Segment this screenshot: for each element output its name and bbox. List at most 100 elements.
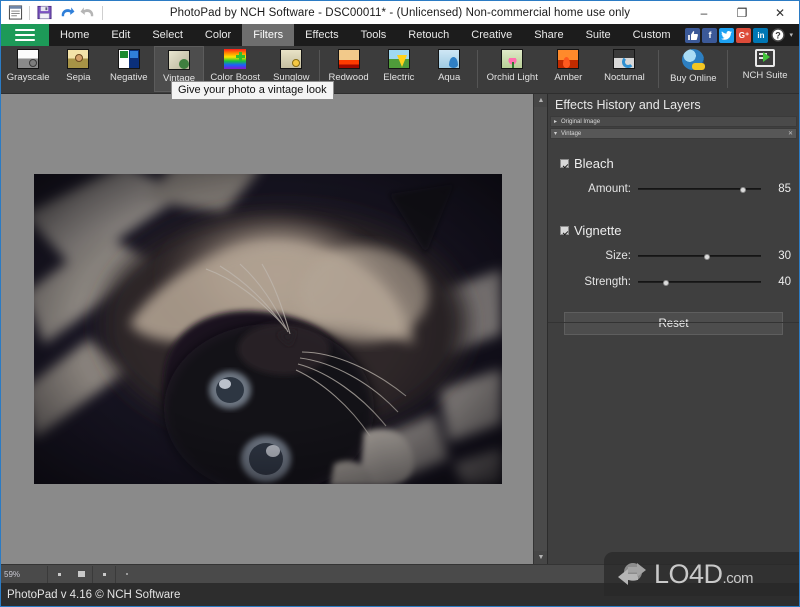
electric-icon	[387, 49, 410, 69]
ribbon-divider-4	[727, 50, 729, 88]
save-icon[interactable]	[34, 3, 54, 22]
group-label: Vignette	[574, 223, 622, 238]
actual-size-button[interactable]	[93, 566, 115, 583]
tool-label: Sepia	[66, 72, 91, 83]
photo-image	[34, 174, 502, 484]
google-plus-icon[interactable]: G⁺	[736, 27, 752, 43]
tool-orchid-light[interactable]: Orchid Light	[481, 46, 543, 92]
ribbon-divider-2	[477, 50, 479, 88]
size-slider-handle[interactable]	[703, 253, 710, 260]
social-links: f G⁺ in ? ▾	[685, 24, 799, 46]
zoom-out-button[interactable]	[48, 566, 70, 583]
fit-to-window-button[interactable]	[70, 566, 92, 583]
menu-tab-effects[interactable]: Effects	[294, 24, 349, 46]
layer-name: Vintage	[561, 130, 582, 137]
amount-slider[interactable]	[638, 186, 761, 193]
negative-icon	[117, 49, 140, 69]
menu-tab-tools[interactable]: Tools	[350, 24, 398, 46]
slider-label: Strength:	[584, 276, 631, 288]
thumbs-up-icon[interactable]	[685, 27, 701, 43]
new-document-icon[interactable]	[5, 3, 25, 22]
chevron-down-icon[interactable]: ▾	[787, 31, 795, 39]
ribbon-divider-3	[658, 50, 660, 88]
menu-tab-color[interactable]: Color	[194, 24, 242, 46]
menu-tab-edit[interactable]: Edit	[100, 24, 141, 46]
close-icon[interactable]: ✕	[788, 130, 793, 137]
linkedin-icon[interactable]: in	[753, 27, 769, 43]
menu-tab-suite[interactable]: Suite	[575, 24, 622, 46]
collapse-arrow-icon[interactable]: ▾	[554, 130, 557, 137]
redo-icon[interactable]	[78, 3, 98, 22]
canvas-area[interactable]	[1, 94, 533, 564]
tool-buy-online[interactable]: Buy Online	[662, 46, 724, 92]
menu-tab-retouch[interactable]: Retouch	[397, 24, 460, 46]
undo-icon[interactable]	[56, 3, 76, 22]
tool-nch-suite[interactable]: NCH Suite	[731, 46, 799, 92]
menu-tab-creative[interactable]: Creative	[460, 24, 523, 46]
zoom-level[interactable]: 59%	[1, 570, 47, 579]
tool-electric[interactable]: Electric	[374, 46, 424, 92]
canvas-vertical-scrollbar[interactable]: ▲ ▼	[533, 94, 548, 564]
group-header-bleach[interactable]: Bleach	[560, 156, 791, 171]
tool-label: NCH Suite	[742, 70, 788, 81]
nocturnal-icon	[613, 49, 636, 69]
strength-slider-handle[interactable]	[663, 279, 670, 286]
orchid-light-icon	[501, 49, 524, 69]
buy-online-icon	[682, 49, 706, 70]
tool-label: Redwood	[328, 72, 369, 83]
facebook-icon[interactable]: f	[702, 27, 718, 43]
amber-icon	[557, 49, 580, 69]
nch-suite-icon	[755, 49, 776, 67]
menu-tab-share[interactable]: Share	[523, 24, 574, 46]
grayscale-icon	[17, 49, 40, 69]
svg-text:?: ?	[775, 31, 781, 41]
close-button[interactable]: ✕	[761, 1, 799, 24]
cursor-position-indicator	[116, 566, 138, 583]
status-text: PhotoPad v 4.16 © NCH Software	[7, 588, 181, 601]
tool-negative[interactable]: Negative	[104, 46, 154, 92]
tool-label: Electric	[383, 72, 415, 83]
scroll-up-arrow-icon[interactable]: ▲	[534, 94, 548, 107]
vintage-icon	[168, 50, 191, 70]
tool-amber[interactable]: Amber	[543, 46, 593, 92]
menu-tab-select[interactable]: Select	[141, 24, 194, 46]
sunglow-icon	[280, 49, 303, 69]
scroll-down-arrow-icon[interactable]: ▼	[534, 551, 548, 564]
strength-slider[interactable]	[638, 279, 761, 286]
slider-label: Amount:	[588, 183, 631, 195]
size-slider[interactable]	[638, 253, 761, 260]
tool-label: Amber	[554, 72, 583, 83]
photopad-window: PhotoPad by NCH Software - DSC00011* - (…	[0, 0, 800, 607]
tool-aqua[interactable]: Aqua	[424, 46, 474, 92]
tool-sepia[interactable]: Sepia	[53, 46, 103, 92]
minimize-button[interactable]: –	[685, 1, 723, 24]
expand-arrow-icon[interactable]: ▸	[554, 118, 557, 125]
vignette-checkbox[interactable]	[560, 226, 569, 235]
menu-tab-custom[interactable]: Custom	[622, 24, 682, 46]
filters-ribbon: Grayscale Sepia Negative Vintage Color B…	[1, 46, 799, 94]
menu-tab-home[interactable]: Home	[49, 24, 100, 46]
amount-slider-handle[interactable]	[739, 186, 746, 193]
tool-label: Aqua	[438, 72, 461, 83]
twitter-icon[interactable]	[719, 27, 735, 43]
maximize-button[interactable]: ❐	[723, 1, 761, 24]
slider-value: 30	[778, 250, 791, 262]
reset-button[interactable]: Reset	[564, 312, 783, 335]
menu-tab-filters[interactable]: Filters	[242, 24, 295, 46]
layer-row-original-image[interactable]: ▸ Original Image	[550, 116, 797, 127]
color-boost-icon	[224, 49, 247, 69]
tool-nocturnal[interactable]: Nocturnal	[593, 46, 655, 92]
tool-label: Buy Online	[670, 73, 717, 84]
tool-grayscale[interactable]: Grayscale	[3, 46, 53, 92]
help-icon[interactable]: ?	[770, 28, 785, 43]
vintage-tooltip: Give your photo a vintage look	[171, 81, 334, 100]
layer-row-vintage[interactable]: ▾ Vintage ✕	[550, 128, 797, 139]
group-header-vignette[interactable]: Vignette	[560, 223, 791, 238]
photo-canvas[interactable]	[34, 174, 502, 484]
window-title: PhotoPad by NCH Software - DSC00011* - (…	[169, 6, 631, 19]
slider-row-size: Size: 30	[556, 248, 791, 264]
bleach-checkbox[interactable]	[560, 159, 569, 168]
app-menu-button[interactable]	[1, 24, 49, 46]
layer-name: Original Image	[561, 118, 601, 125]
aqua-icon	[438, 49, 461, 69]
